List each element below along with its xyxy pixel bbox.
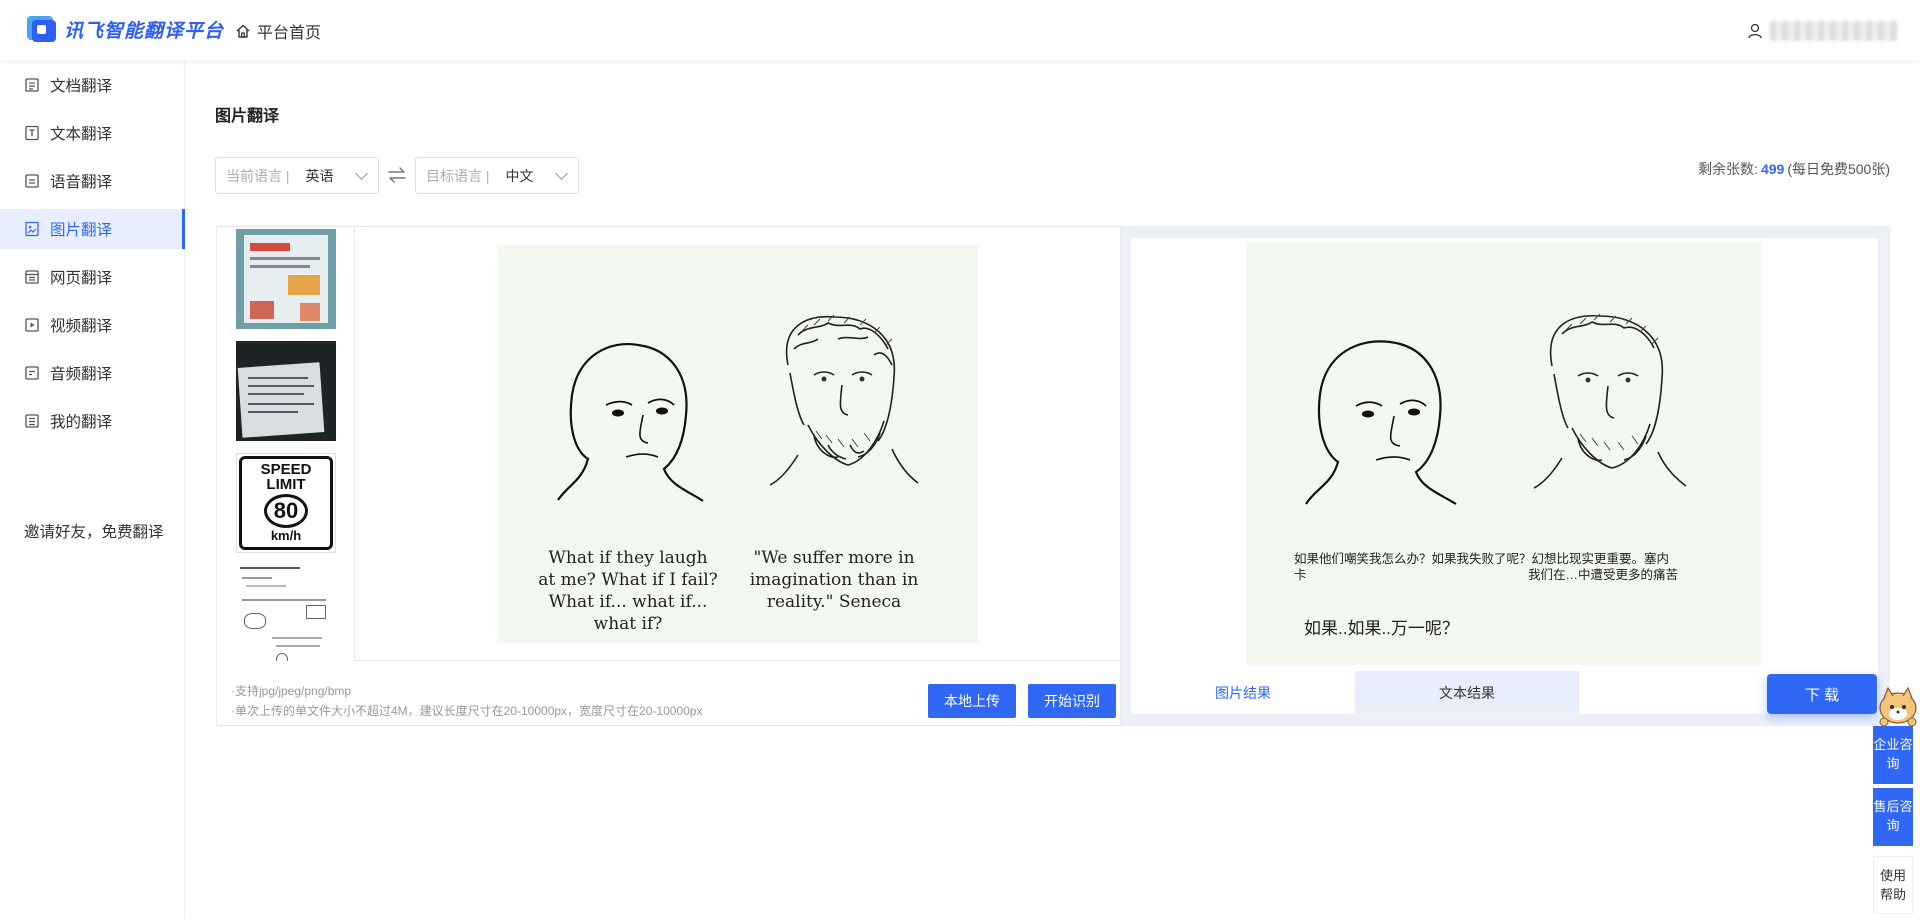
username-blurred [1770, 21, 1898, 41]
sidebar-item-label: 音频翻译 [50, 366, 113, 383]
source-image-preview: What if they laugh at me? What if I fail… [355, 227, 1120, 661]
sidebar-item-label: 图片翻译 [50, 222, 113, 239]
thumbnail-diagram[interactable] [236, 565, 336, 661]
sidebar-item-label: 文档翻译 [50, 78, 113, 95]
video-icon [25, 318, 39, 332]
sidebar-item-label: 文本翻译 [50, 126, 113, 143]
speed-sign-line1: SPEED [260, 461, 312, 478]
wojak-drawing-icon [1305, 313, 1687, 505]
target-language-select[interactable]: 目标语言 | 中文 [415, 157, 579, 194]
result-text-line2-right: 我们在…中遭受更多的痛苦 [1528, 568, 1679, 582]
quota-count: 499 [1760, 161, 1785, 177]
quota-note: (每日免费500张) [1787, 161, 1890, 177]
result-meme-image: 如果他们嘲笑我怎么办？如果我失败了呢？幻想比现实更重要。塞内 卡 我们在…中遭受… [1246, 242, 1761, 665]
aftersale-consult-button[interactable]: 售后咨询 [1873, 788, 1913, 846]
logo-mark-icon [27, 16, 56, 42]
user-icon [1748, 23, 1762, 39]
result-tabs: 图片结果 文本结果 [1131, 671, 1878, 714]
result-text-line2-left: 卡 [1294, 568, 1307, 582]
document-icon [25, 78, 39, 92]
source-meme-image: What if they laugh at me? What if I fail… [498, 245, 978, 643]
invite-friends-link[interactable]: 邀请好友，免费翻译 [24, 520, 164, 542]
home-label: 平台首页 [257, 25, 322, 42]
tab-text-result[interactable]: 文本结果 [1355, 671, 1579, 714]
result-area: 如果他们嘲笑我怎么办？如果我失败了呢？幻想比现实更重要。塞内 卡 我们在…中遭受… [1131, 238, 1878, 714]
source-caption-left: What if they laugh at me? What if I fail… [538, 548, 718, 635]
page-title: 图片翻译 [215, 108, 280, 125]
thumbnail-speed-sign[interactable]: SPEED LIMIT 80 km/h [236, 453, 336, 553]
chevron-down-icon [355, 167, 368, 180]
start-recognition-button[interactable]: 开始识别 [1028, 684, 1116, 718]
thumbnail-textbook[interactable] [236, 229, 336, 329]
quota-label: 剩余张数: [1698, 161, 1758, 177]
chevron-down-icon [555, 167, 568, 180]
home-icon [236, 24, 250, 38]
download-button[interactable]: 下 载 [1767, 674, 1877, 714]
result-panel: 如果他们嘲笑我怎么办？如果我失败了呢？幻想比现实更重要。塞内 卡 我们在…中遭受… [1121, 226, 1890, 726]
sidebar-item-text[interactable]: 文本翻译 [0, 113, 185, 153]
enterprise-consult-button[interactable]: 企业咨询 [1873, 726, 1913, 784]
result-text-line3: 如果..如果..万一呢？ [1304, 619, 1459, 638]
home-link[interactable]: 平台首页 [235, 19, 321, 43]
speed-sign-unit: km/h [270, 528, 302, 543]
voice-icon [25, 174, 39, 188]
text-icon [25, 125, 39, 141]
tab-image-result[interactable]: 图片结果 [1131, 671, 1355, 714]
image-icon [25, 221, 39, 237]
mascot-icon [1879, 686, 1917, 727]
sidebar-item-label: 我的翻译 [50, 414, 113, 431]
source-language-value: 英语 [305, 167, 334, 184]
usage-help-button[interactable]: 使用帮助 [1873, 856, 1913, 914]
swap-language-icon[interactable] [386, 163, 408, 187]
thumbnail-document-photo[interactable] [236, 341, 336, 441]
sidebar-item-image[interactable]: 图片翻译 [0, 209, 185, 249]
target-language-label: 目标语言 | [426, 167, 490, 184]
sidebar-item-label: 视频翻译 [50, 318, 113, 335]
sidebar-item-label: 语音翻译 [50, 174, 113, 191]
audio-icon [25, 366, 39, 380]
wojak-drawing-icon [557, 314, 919, 502]
top-header: 讯飞智能翻译平台 平台首页 [0, 0, 1920, 60]
source-language-select[interactable]: 当前语言 | 英语 [215, 157, 379, 194]
source-language-label: 当前语言 | [226, 167, 290, 184]
speed-sign-line2: LIMIT [266, 476, 306, 493]
upload-hint-size: ·单次上传的单文件大小不超过4M，建议长度尺寸在20-10000px，宽度尺寸在… [231, 704, 703, 718]
user-menu[interactable] [1748, 21, 1898, 41]
remaining-quota: 剩余张数: 499 (每日免费500张) [1698, 159, 1890, 179]
sidebar: 文档翻译 文本翻译 语音翻译 图片翻译 网页翻译 视频翻译 音频翻译 我的翻译 … [0, 60, 185, 919]
speed-sign-number: 80 [264, 494, 308, 528]
local-upload-button[interactable]: 本地上传 [928, 684, 1016, 718]
source-panel: SPEED LIMIT 80 km/h What if they laugh a… [216, 226, 1121, 726]
sidebar-item-document[interactable]: 文档翻译 [0, 65, 185, 105]
target-language-value: 中文 [505, 167, 534, 184]
sidebar-item-video[interactable]: 视频翻译 [0, 305, 185, 345]
logo-text: 讯飞智能翻译平台 [64, 20, 225, 42]
my-translation-icon [25, 414, 39, 428]
sidebar-item-my-translation[interactable]: 我的翻译 [0, 401, 185, 441]
thumbnail-list[interactable]: SPEED LIMIT 80 km/h [217, 227, 355, 661]
logo[interactable]: 讯飞智能翻译平台 [26, 14, 224, 44]
source-caption-right: "We suffer more in imagination than in r… [749, 548, 919, 613]
sidebar-item-audio[interactable]: 音频翻译 [0, 353, 185, 393]
sidebar-item-voice[interactable]: 语音翻译 [0, 161, 185, 201]
sidebar-item-webpage[interactable]: 网页翻译 [0, 257, 185, 297]
upload-hint-formats: ·支持jpg/jpeg/png/bmp [231, 684, 352, 698]
sidebar-item-label: 网页翻译 [50, 270, 113, 287]
webpage-icon [25, 270, 39, 284]
